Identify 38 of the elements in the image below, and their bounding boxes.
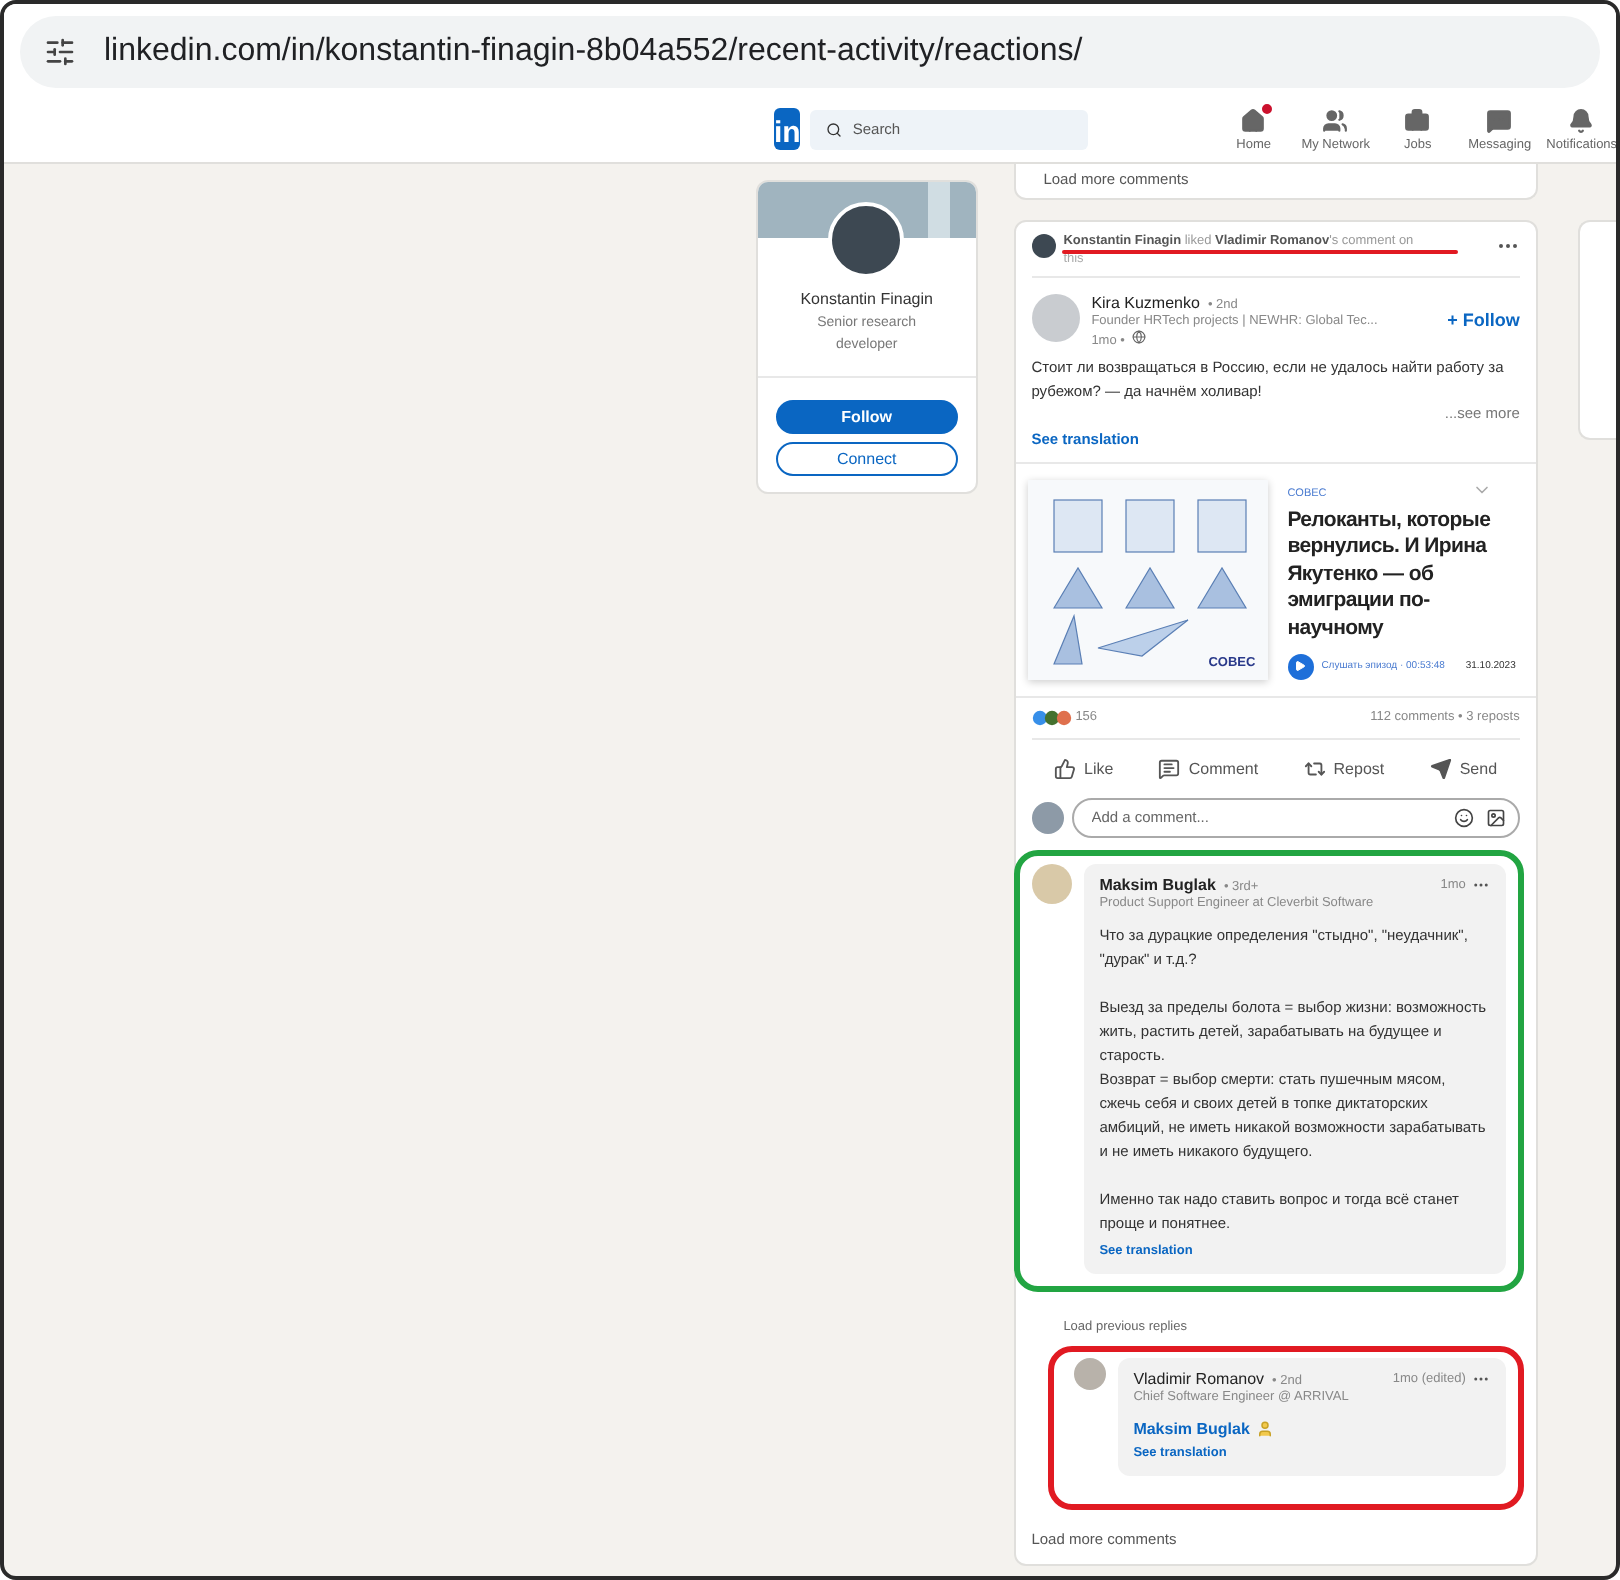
- jobs-icon: [1404, 107, 1431, 133]
- comment-icon: [1158, 757, 1181, 779]
- repost-action-button[interactable]: Repost: [1295, 751, 1393, 785]
- author-name[interactable]: Kira Kuzmenko: [1091, 293, 1200, 311]
- replier-avatar: [1073, 1357, 1106, 1389]
- connect-button[interactable]: Connect: [776, 442, 958, 477]
- replier-name[interactable]: Vladimir Romanov: [1133, 1369, 1265, 1387]
- follow-link[interactable]: + Follow: [1447, 310, 1520, 330]
- follow-button[interactable]: Follow: [776, 400, 958, 435]
- address-bar[interactable]: linkedin.com/in/konstantin-finagin-8b04a552/recent-activity/reactions/: [20, 16, 1600, 88]
- actor-avatar: [1031, 234, 1056, 258]
- logo[interactable]: in: [774, 108, 801, 150]
- profile-name: Konstantin Finagin: [800, 290, 933, 308]
- send-icon: [1429, 757, 1452, 779]
- play-icon[interactable]: [1287, 653, 1314, 679]
- messaging-icon: [1486, 107, 1513, 133]
- like-icon: [1054, 757, 1077, 779]
- globe-icon: [1132, 329, 1147, 343]
- comment-action-button[interactable]: Comment: [1150, 751, 1267, 785]
- repost-icon: [1303, 757, 1326, 779]
- like-action-button[interactable]: Like: [1046, 751, 1122, 785]
- notifications-icon: [1568, 107, 1595, 133]
- site-settings-icon[interactable]: [44, 36, 76, 68]
- commenter-avatar: [1031, 863, 1072, 903]
- person-icon: [1255, 1419, 1274, 1437]
- search-icon: [826, 121, 843, 137]
- article-title: Релоканты, которые вернулись. И Ирина Якутенко — об эмиграции по-научному: [1287, 507, 1493, 644]
- author-avatar: [1031, 293, 1080, 341]
- mention-link[interactable]: Maksim Buglak: [1133, 1419, 1250, 1437]
- url-text: linkedin.com/in/konstantin-finagin-8b04a552/recent-activity/reactions/: [104, 34, 1083, 70]
- image-icon[interactable]: [1485, 807, 1506, 827]
- network-icon: [1322, 107, 1349, 133]
- user-avatar: [1031, 801, 1064, 833]
- commenter-name[interactable]: Maksim Buglak: [1099, 875, 1216, 893]
- emoji-icon[interactable]: [1453, 807, 1474, 827]
- send-action-button[interactable]: Send: [1421, 751, 1506, 785]
- home-icon: [1240, 107, 1267, 133]
- reaction-icons: [1031, 709, 1072, 725]
